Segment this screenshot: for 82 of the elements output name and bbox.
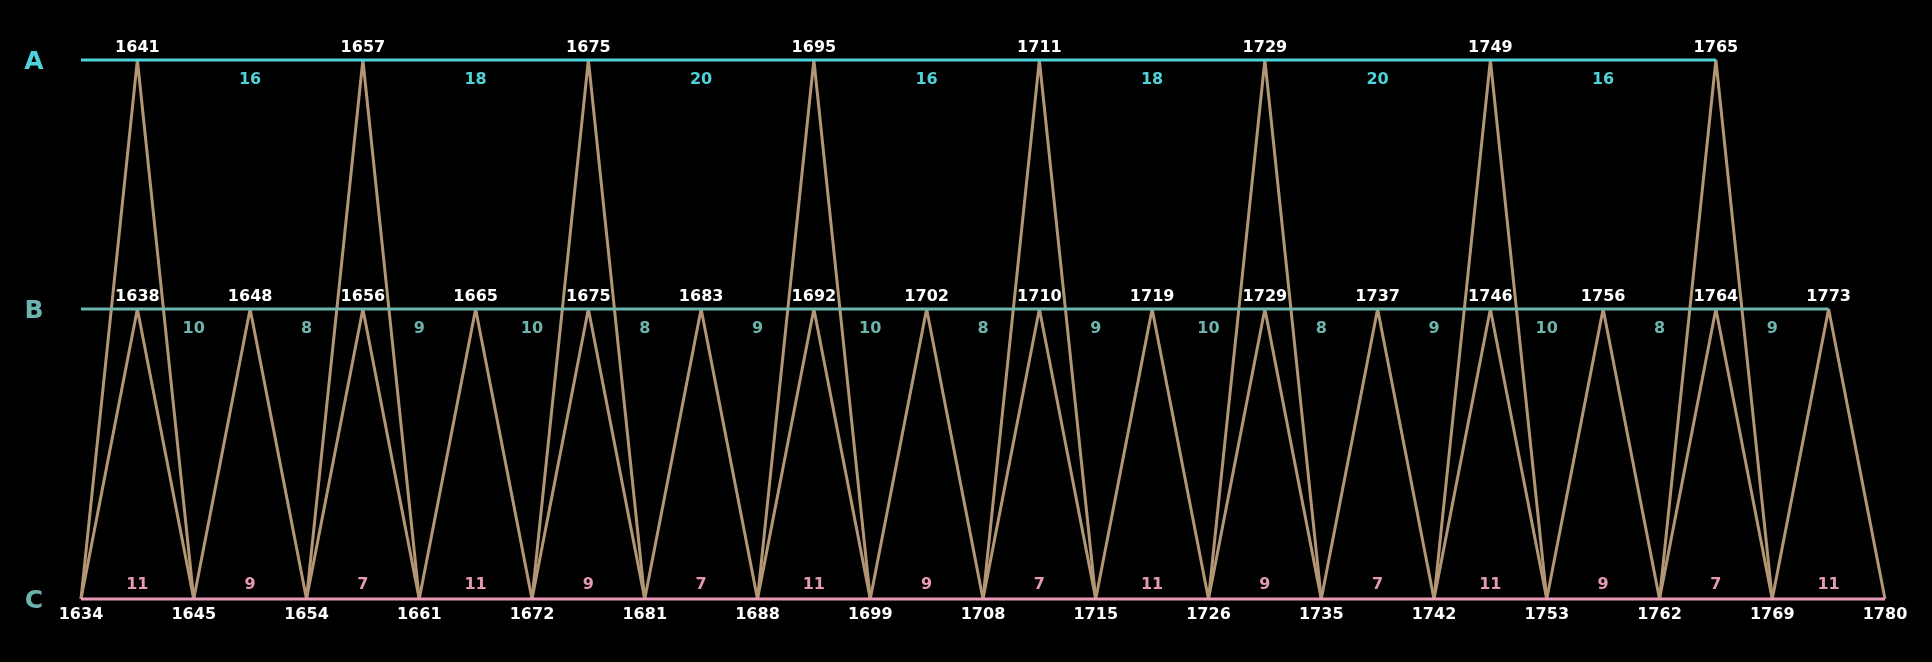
interval-label: 11 <box>1817 574 1840 593</box>
interval-label: 8 <box>1315 318 1327 337</box>
interval-label: 7 <box>1372 574 1384 593</box>
year-label: 1672 <box>509 604 555 623</box>
interval-label: 9 <box>1090 318 1102 337</box>
interval-label: 11 <box>464 574 487 593</box>
interval-label: 18 <box>464 69 487 88</box>
year-label: 1719 <box>1129 286 1175 305</box>
interval-label: 9 <box>413 318 425 337</box>
year-label: 1749 <box>1468 37 1513 56</box>
year-label: 1683 <box>678 286 724 305</box>
year-label: 1654 <box>284 604 329 623</box>
interval-label: 11 <box>802 574 825 593</box>
year-label: 1746 <box>1468 286 1513 305</box>
year-label: 1648 <box>227 286 273 305</box>
year-label: 1681 <box>622 604 667 623</box>
year-label: 1657 <box>340 37 386 56</box>
year-label: 1688 <box>735 604 780 623</box>
interval-label: 9 <box>582 574 594 593</box>
interval-label: 9 <box>1428 318 1440 337</box>
interval-label: 20 <box>690 69 713 88</box>
interval-label: 10 <box>1197 318 1220 337</box>
year-label: 1675 <box>566 37 611 56</box>
interval-label: 8 <box>977 318 989 337</box>
interval-label: 8 <box>1653 318 1666 337</box>
interval-label: 7 <box>695 574 707 593</box>
interval-label: 11 <box>126 574 149 593</box>
year-label: 1737 <box>1355 286 1400 305</box>
interval-label: 9 <box>1766 318 1778 337</box>
interval-label: 11 <box>1141 574 1164 593</box>
interval-label: 7 <box>357 574 369 593</box>
interval-label: 16 <box>239 69 262 88</box>
year-label: 1729 <box>1242 286 1288 305</box>
row-label: C <box>24 585 44 614</box>
interval-label: 7 <box>1033 574 1045 593</box>
interval-label: 9 <box>751 318 764 337</box>
year-label: 1715 <box>1073 604 1118 623</box>
interval-label: 8 <box>639 318 651 337</box>
interval-label: 16 <box>1592 69 1615 88</box>
year-label: 1729 <box>1242 37 1288 56</box>
year-label: 1765 <box>1693 37 1739 56</box>
interval-label: 10 <box>520 318 544 337</box>
year-label: 1675 <box>566 286 611 305</box>
year-label: 1634 <box>58 604 104 623</box>
year-label: 1762 <box>1637 604 1682 623</box>
interval-label: 9 <box>244 574 256 593</box>
interval-label: 9 <box>921 574 933 593</box>
year-label: 1780 <box>1862 604 1908 623</box>
year-label: 1695 <box>791 37 837 56</box>
year-label: 1645 <box>171 604 216 623</box>
interval-label: 9 <box>1259 574 1271 593</box>
interval-label: 10 <box>182 318 205 337</box>
year-label: 1702 <box>904 286 949 305</box>
year-label: 1699 <box>848 604 893 623</box>
interval-label: 10 <box>1535 318 1558 337</box>
interval-label: 11 <box>1479 574 1502 593</box>
row-label: B <box>24 295 44 324</box>
year-label: 1711 <box>1017 37 1062 56</box>
year-label: 1769 <box>1750 604 1795 623</box>
interval-label: 9 <box>1597 574 1609 593</box>
year-label: 1756 <box>1580 286 1626 305</box>
year-label: 1708 <box>960 604 1006 623</box>
interval-label: 10 <box>859 318 882 337</box>
interval-label: 16 <box>915 69 938 88</box>
year-label: 1692 <box>791 286 837 305</box>
year-label: 1665 <box>453 286 498 305</box>
year-label: 1641 <box>115 37 160 56</box>
interval-label: 20 <box>1366 69 1389 88</box>
year-label: 1638 <box>115 286 160 305</box>
year-label: 1764 <box>1693 286 1739 305</box>
row-label: A <box>24 46 44 75</box>
interval-label: 8 <box>300 318 313 337</box>
interval-label: 18 <box>1141 69 1164 88</box>
year-label: 1726 <box>1186 604 1231 623</box>
year-label: 1773 <box>1806 286 1851 305</box>
interval-label: 7 <box>1710 574 1722 593</box>
year-label: 1742 <box>1411 604 1457 623</box>
year-label: 1735 <box>1299 604 1344 623</box>
year-label: 1661 <box>397 604 442 623</box>
year-label: 1710 <box>1017 286 1062 305</box>
year-label: 1753 <box>1524 604 1569 623</box>
year-label: 1656 <box>340 286 386 305</box>
